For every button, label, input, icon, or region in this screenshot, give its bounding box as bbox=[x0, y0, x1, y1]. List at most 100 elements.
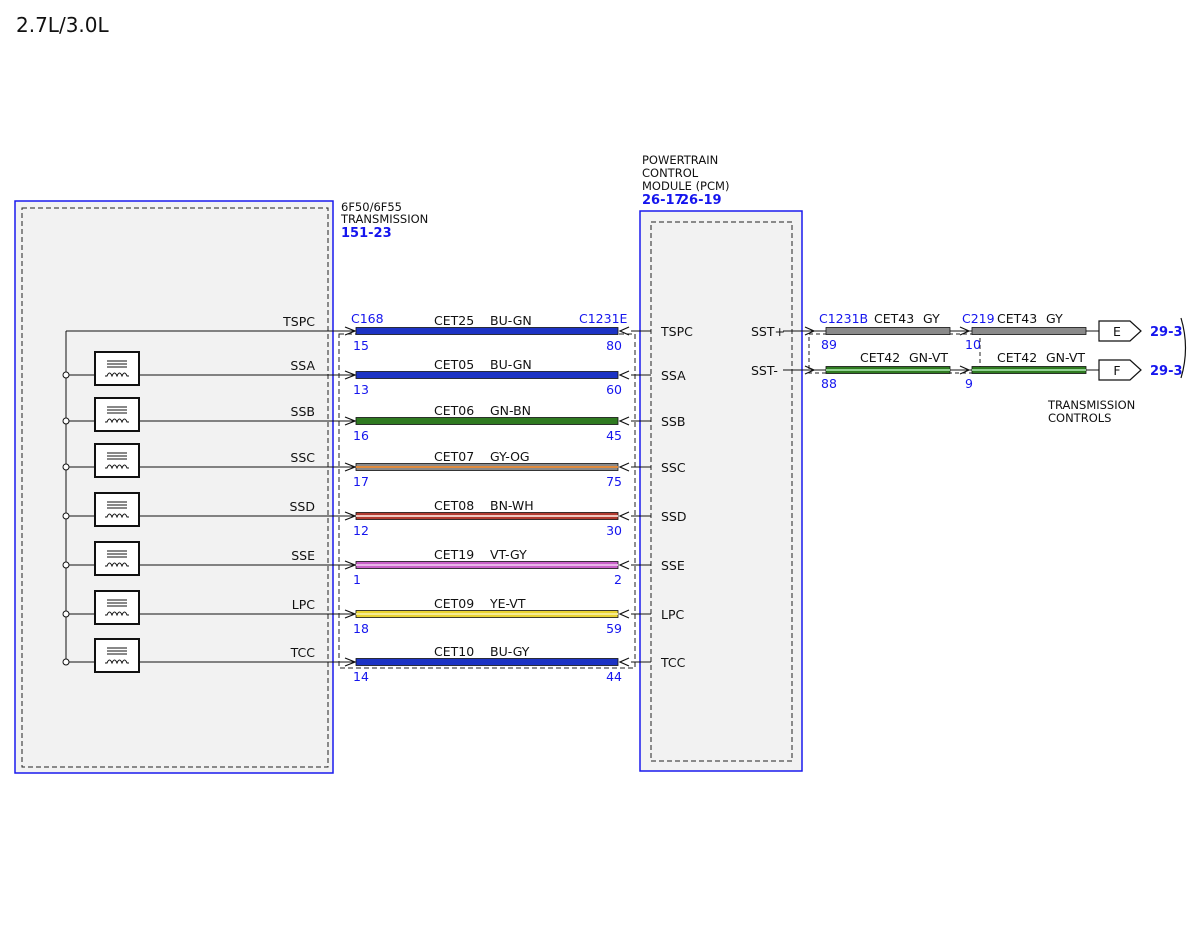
pcm-signal-tcc: TCC bbox=[660, 655, 686, 670]
pcm-signal-ssc: SSC bbox=[661, 460, 686, 475]
sensor-color-b-sst-minus: GN-VT bbox=[1046, 350, 1085, 365]
trans-pin-lpc: 18 bbox=[353, 621, 369, 636]
transmission-signal-tcc: TCC bbox=[290, 645, 316, 660]
connector-arrow-pcm-sse bbox=[618, 560, 630, 570]
bus-junction-lpc bbox=[62, 610, 70, 618]
sensor-pcm-pin-sst-plus: 89 bbox=[821, 337, 837, 352]
wire-color-code-ssd: BN-WH bbox=[490, 498, 534, 513]
sensor-color-a-sst-plus: GY bbox=[923, 311, 940, 326]
destination-note-line2: CONTROLS bbox=[1048, 411, 1111, 425]
pcm-pin-sse: 2 bbox=[614, 572, 622, 587]
transmission-signal-tspc: TSPC bbox=[282, 314, 315, 329]
destination-note-line1: TRANSMISSION bbox=[1047, 398, 1135, 412]
trans-pin-ssc: 17 bbox=[353, 474, 369, 489]
pcm-pin-ssb: 45 bbox=[606, 428, 622, 443]
pcm-signal-ssa: SSA bbox=[661, 368, 686, 383]
sensor-color-a-sst-minus: GN-VT bbox=[909, 350, 948, 365]
diagram-stage: 2.7L/3.0L TSPC SSA SSB SSC SSD SSE LPC TCC 6F50… bbox=[0, 0, 1200, 927]
pcm-name-line3: MODULE (PCM) bbox=[642, 179, 729, 193]
connector-arrow-pcm-ssc bbox=[618, 462, 630, 472]
destination-ref-link-sst-plus[interactable]: 29-3 bbox=[1150, 325, 1183, 340]
solenoid-icon-ssc bbox=[94, 443, 140, 478]
pcm-box bbox=[639, 210, 803, 772]
pcm-signal-sse: SSE bbox=[661, 558, 685, 573]
wiring-diagram: 2.7L/3.0L TSPCSSASSBSSCSSDSSELPCTCC 6F50… bbox=[14, 13, 1187, 774]
connector-arrow-pcm-ssa bbox=[618, 370, 630, 380]
pcm-signal-sst-plus: SST+ bbox=[751, 324, 785, 339]
sensor-pcm-connector-id: C1231B bbox=[819, 311, 868, 326]
circuit-id-sse: CET19 bbox=[434, 547, 474, 562]
solenoid-icon-ssa bbox=[94, 351, 140, 386]
transmission-signal-lpc: LPC bbox=[292, 597, 316, 612]
transmission-name-line2: TRANSMISSION bbox=[340, 212, 428, 226]
pcm-ref-link-2[interactable]: 26-19 bbox=[680, 193, 722, 208]
pcm-signal-ssb: SSB bbox=[661, 414, 685, 429]
sensor-inline-pin-sst-plus: 10 bbox=[965, 337, 981, 352]
bus-junction-sse bbox=[62, 561, 70, 569]
transmission-signal-ssc: SSC bbox=[290, 450, 315, 465]
wire-color-code-sse: VT-GY bbox=[490, 547, 527, 562]
wire-tcc bbox=[355, 658, 619, 666]
solenoid-icon-ssb bbox=[94, 397, 140, 432]
transmission-ref-link[interactable]: 151-23 bbox=[341, 226, 392, 241]
destination-ref-link-sst-minus[interactable]: 29-3 bbox=[1150, 364, 1183, 379]
transmission-signal-ssd: SSD bbox=[290, 499, 316, 514]
pcm-pin-ssd: 30 bbox=[606, 523, 622, 538]
pcm-connector-id: C1231E bbox=[579, 311, 628, 326]
transmission-box bbox=[14, 200, 334, 774]
trans-pin-ssd: 12 bbox=[353, 523, 369, 538]
wire-ssa bbox=[355, 371, 619, 379]
bus-junction-ssb bbox=[62, 417, 70, 425]
wire-color-code-ssb: GN-BN bbox=[490, 403, 531, 418]
destination-tag-label-sst-minus: F bbox=[1113, 363, 1120, 378]
connector-arrow-pcm-lpc bbox=[618, 609, 630, 619]
sensor-circuit-b-sst-minus: CET42 bbox=[997, 350, 1037, 365]
wire-color-code-ssc: GY-OG bbox=[490, 449, 530, 464]
wire-color-code-tcc: BU-GY bbox=[490, 644, 530, 659]
solenoid-icon-lpc bbox=[94, 590, 140, 625]
sensor-inline-pin-sst-minus: 9 bbox=[965, 376, 973, 391]
pcm-pin-tcc: 44 bbox=[606, 669, 622, 684]
trans-pin-ssb: 16 bbox=[353, 428, 369, 443]
transmission-signal-sse: SSE bbox=[291, 548, 315, 563]
pcm-signal-tspc: TSPC bbox=[660, 324, 693, 339]
pcm-ref-link-1[interactable]: 26-17 bbox=[642, 193, 684, 208]
circuit-id-ssa: CET05 bbox=[434, 357, 474, 372]
sensor-rows: SST+ E 29-3 C1231B C219 89 10 CET43 GY CET43 GY SST… bbox=[751, 311, 1183, 391]
circuit-id-ssb: CET06 bbox=[434, 403, 474, 418]
sensor-inline-connector-id: C219 bbox=[962, 311, 995, 326]
circuit-id-tspc: CET25 bbox=[434, 313, 474, 328]
sensor-color-b-sst-plus: GY bbox=[1046, 311, 1063, 326]
circuit-id-ssd: CET08 bbox=[434, 498, 474, 513]
wire-color-code-ssa: BU-GN bbox=[490, 357, 532, 372]
connector-arrow-pcm-tcc bbox=[618, 657, 630, 667]
connector-dashed-outline bbox=[338, 333, 636, 669]
wire-color-code-tspc: BU-GN bbox=[490, 313, 532, 328]
transmission-signal-ssa: SSA bbox=[290, 358, 315, 373]
solenoid-icon-sse bbox=[94, 541, 140, 576]
trans-pin-ssa: 13 bbox=[353, 382, 369, 397]
pcm-pin-lpc: 59 bbox=[606, 621, 622, 636]
bus-junction-tcc bbox=[62, 658, 70, 666]
pcm-signal-ssd: SSD bbox=[661, 509, 687, 524]
solenoid-icon-tcc bbox=[94, 638, 140, 673]
circuit-id-lpc: CET09 bbox=[434, 596, 474, 611]
sensor-circuit-a-sst-minus: CET42 bbox=[860, 350, 900, 365]
sensor-circuit-a-sst-plus: CET43 bbox=[874, 311, 914, 326]
pcm-pin-ssa: 60 bbox=[606, 382, 622, 397]
pcm-pin-ssc: 75 bbox=[606, 474, 622, 489]
trans-pin-tcc: 14 bbox=[353, 669, 369, 684]
sensor-circuit-b-sst-plus: CET43 bbox=[997, 311, 1037, 326]
wire-color-code-lpc: YE-VT bbox=[489, 596, 526, 611]
connector-arrow-pcm-ssd bbox=[618, 511, 630, 521]
sensor-wire-a-sst-plus bbox=[825, 327, 951, 335]
transmission-signal-ssb: SSB bbox=[291, 404, 315, 419]
wire-tspc bbox=[355, 327, 619, 335]
circuit-id-ssc: CET07 bbox=[434, 449, 474, 464]
destination-tag-label-sst-plus: E bbox=[1113, 324, 1121, 339]
trans-pin-tspc: 15 bbox=[353, 338, 369, 353]
sensor-wire-b-sst-plus bbox=[971, 327, 1087, 335]
pcm-signal-lpc: LPC bbox=[661, 607, 685, 622]
bus-junction-ssa bbox=[62, 371, 70, 379]
connector-arrow-pcm-ssb bbox=[618, 416, 630, 426]
